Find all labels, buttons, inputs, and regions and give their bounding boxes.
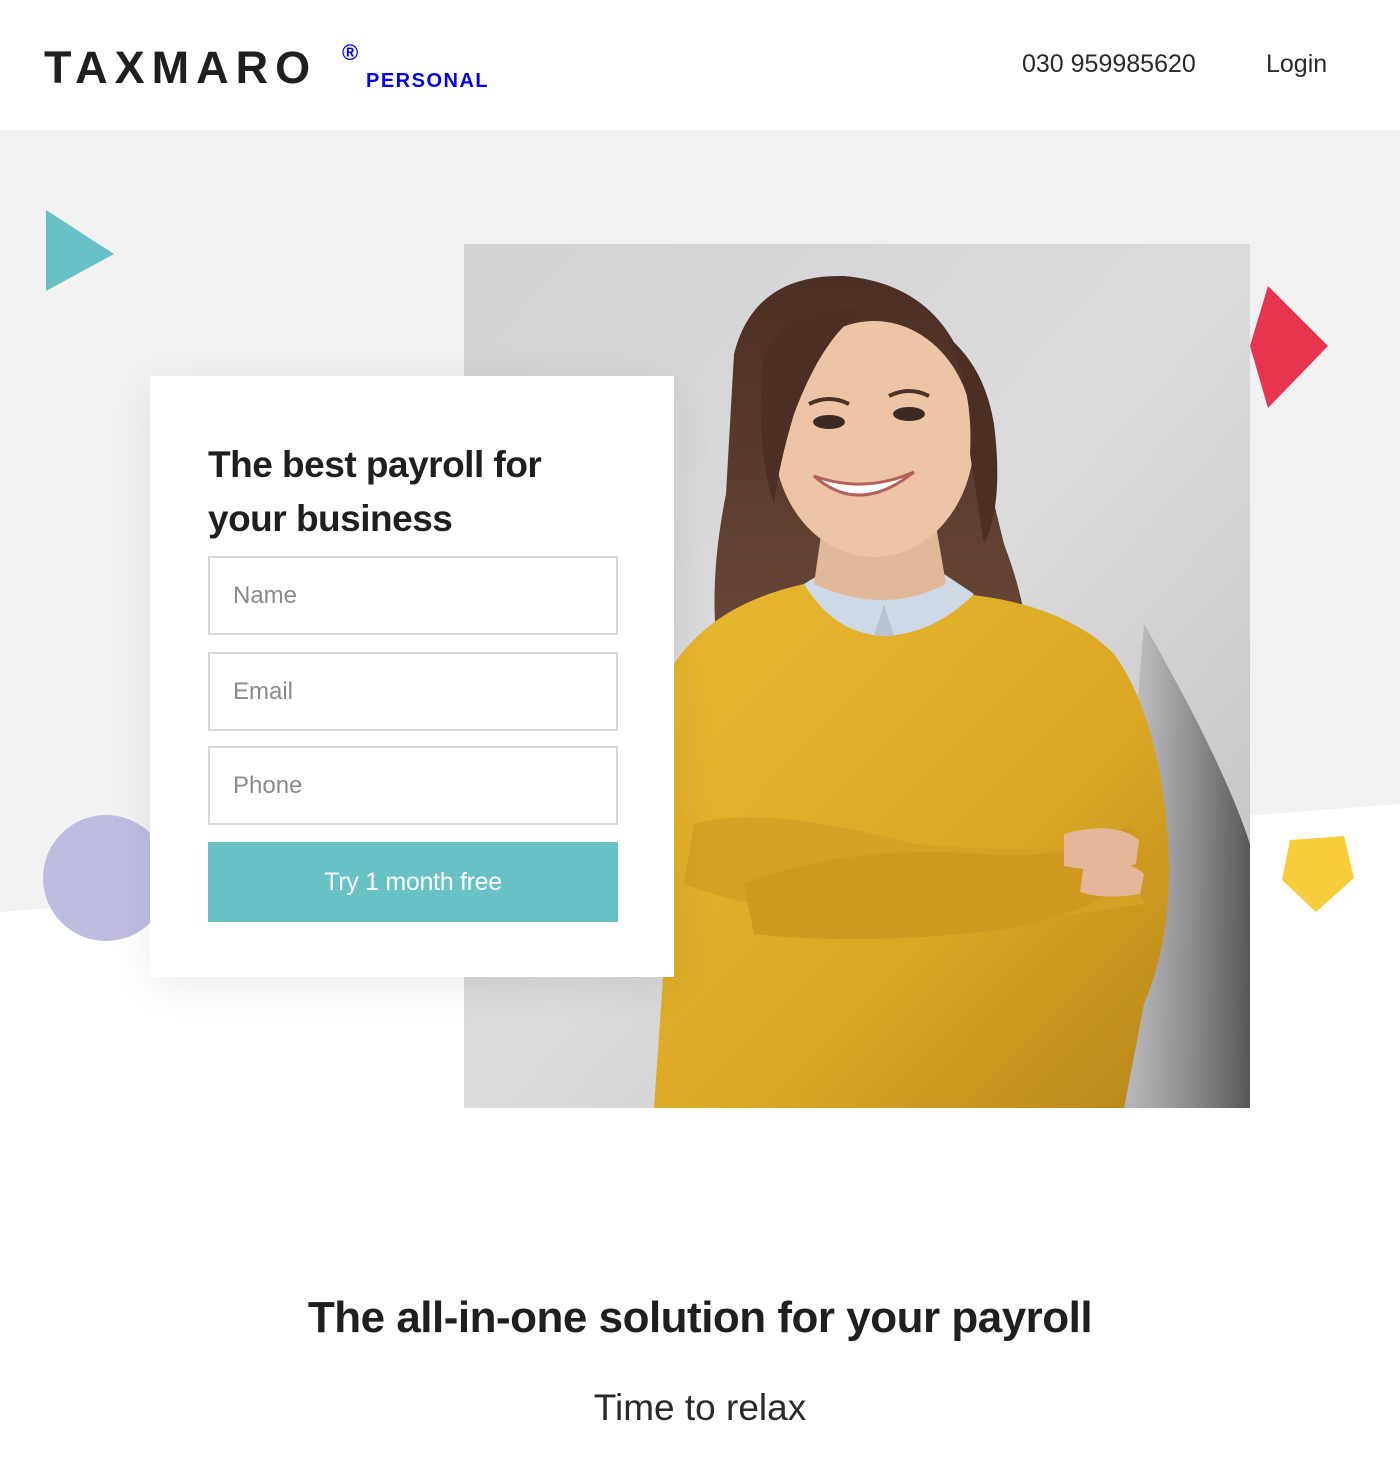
form-title: The best payroll for your business xyxy=(208,444,542,539)
red-diamond-shape xyxy=(1250,286,1328,408)
logo-brand: TAXMARO xyxy=(44,42,318,93)
phone-input[interactable] xyxy=(208,746,618,825)
section-title: The all-in-one solution for your payroll xyxy=(307,1293,1093,1342)
login-link[interactable]: Login xyxy=(1266,48,1327,80)
name-input[interactable] xyxy=(208,556,618,635)
try-free-button[interactable]: Try 1 month free xyxy=(208,842,618,922)
site-header: TAXMARO ® PERSONAL 030 959985620 Login xyxy=(0,0,1400,130)
yellow-pentagon-shape xyxy=(1282,836,1354,912)
section-subtitle: Time to relax xyxy=(593,1387,807,1428)
logo-product: PERSONAL xyxy=(366,70,490,92)
phone-link[interactable]: 030 959985620 xyxy=(1022,48,1196,80)
signup-form-card: The best payroll for your business Try 1… xyxy=(150,376,674,977)
teal-triangle-shape xyxy=(46,210,114,291)
logo-registered-mark: ® xyxy=(342,40,359,65)
email-input[interactable] xyxy=(208,652,618,731)
